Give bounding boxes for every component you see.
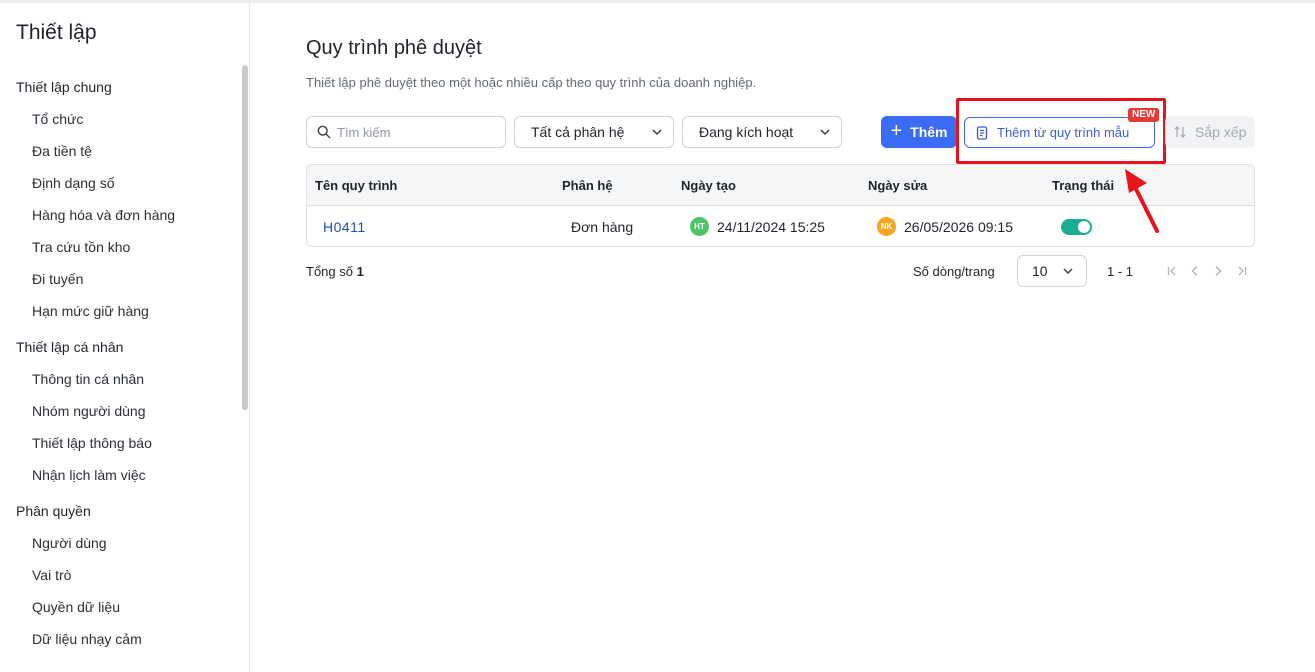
settings-sidebar: Thiết lập Thiết lập chung Tổ chức Đa tiề… xyxy=(0,3,250,672)
nav-item-user-groups[interactable]: Nhóm người dùng xyxy=(0,395,240,427)
created-cell: HT 24/11/2024 15:25 xyxy=(690,206,825,246)
avatar: NK xyxy=(877,217,896,236)
add-button-label: Thêm xyxy=(910,124,948,140)
rows-per-page-select[interactable]: 10 xyxy=(1017,255,1087,287)
chevron-right-icon xyxy=(1215,266,1222,276)
rows-per-page-label: Số dòng/trang xyxy=(913,264,995,279)
status-cell xyxy=(1061,206,1092,246)
modified-date: 26/05/2026 09:15 xyxy=(904,218,1013,235)
sidebar-title: Thiết lập xyxy=(16,21,97,44)
chevron-left-icon xyxy=(1191,266,1198,276)
page-description: Thiết lập phê duyệt theo một hoặc nhiều … xyxy=(306,75,757,90)
nav-item-notification-settings[interactable]: Thiết lập thông báo xyxy=(0,427,240,459)
last-page-button[interactable] xyxy=(1233,263,1251,279)
group-title-personal: Thiết lập cá nhân xyxy=(16,339,124,355)
prev-page-button[interactable] xyxy=(1186,263,1204,279)
nav-item-holding-limit[interactable]: Hạn mức giữ hàng xyxy=(0,295,240,327)
sidebar-nav: Thiết lập chung Tổ chức Đa tiền tệ Định … xyxy=(0,71,240,655)
column-header-modified[interactable]: Ngày sửa xyxy=(868,165,927,206)
group-title-general: Thiết lập chung xyxy=(16,79,112,95)
group-title-permissions: Phân quyền xyxy=(16,503,91,519)
last-page-icon xyxy=(1238,266,1247,276)
total-count: Tổng số 1 xyxy=(306,264,364,279)
nav-item-number-format[interactable]: Định dạng số xyxy=(0,167,240,199)
status-toggle[interactable] xyxy=(1061,218,1092,235)
nav-item-goods-orders[interactable]: Hàng hóa và đơn hàng xyxy=(0,199,240,231)
search-input[interactable] xyxy=(337,124,497,140)
sidebar-scrollbar[interactable] xyxy=(242,65,248,410)
total-label: Tổng số xyxy=(306,264,353,279)
plus-icon: + xyxy=(890,120,903,142)
module-filter-value: Tất cả phân hệ xyxy=(531,124,625,140)
search-icon xyxy=(317,125,331,139)
table-row[interactable]: H0411 Đơn hàng HT 24/11/2024 15:25 NK 26… xyxy=(307,206,1254,246)
process-module: Đơn hàng xyxy=(571,218,634,235)
page-title: Quy trình phê duyệt xyxy=(306,37,482,59)
nav-item-roles[interactable]: Vai trò xyxy=(0,559,240,591)
nav-item-work-schedule[interactable]: Nhận lịch làm việc xyxy=(0,459,240,491)
nav-item-inventory-lookup[interactable]: Tra cứu tồn kho xyxy=(0,231,240,263)
nav-item-data-permissions[interactable]: Quyền dữ liệu xyxy=(0,591,240,623)
avatar: HT xyxy=(690,217,709,236)
new-badge: NEW xyxy=(1128,108,1160,122)
nav-item-personal-info[interactable]: Thông tin cá nhân xyxy=(0,363,240,395)
next-page-button[interactable] xyxy=(1209,263,1227,279)
nav-item-sensitive-data[interactable]: Dữ liệu nhạy cảm xyxy=(0,623,240,655)
total-value: 1 xyxy=(356,264,364,279)
status-filter-value: Đang kích hoạt xyxy=(699,124,794,140)
nav-item-routing[interactable]: Đi tuyến xyxy=(0,263,240,295)
add-from-template-label: Thêm từ quy trình mẫu xyxy=(997,125,1130,140)
sort-icon xyxy=(1174,126,1186,138)
column-header-created[interactable]: Ngày tạo xyxy=(681,165,736,206)
toggle-knob xyxy=(1078,220,1090,233)
status-filter-select[interactable]: Đang kích hoạt xyxy=(682,116,842,148)
page-range: 1 - 1 xyxy=(1107,264,1134,279)
created-date: 24/11/2024 15:25 xyxy=(717,218,825,235)
table-header: Tên quy trình Phân hệ Ngày tạo Ngày sửa … xyxy=(307,165,1254,206)
process-name-link[interactable]: H0411 xyxy=(323,206,366,246)
module-filter-select[interactable]: Tất cả phân hệ xyxy=(514,116,674,148)
modified-cell: NK 26/05/2026 09:15 xyxy=(877,206,1013,246)
search-box[interactable] xyxy=(306,116,506,148)
column-header-name[interactable]: Tên quy trình xyxy=(315,165,397,206)
sort-button-label: Sắp xếp xyxy=(1195,124,1247,140)
nav-item-organization[interactable]: Tổ chức xyxy=(0,103,240,135)
approval-process-table: Tên quy trình Phân hệ Ngày tạo Ngày sửa … xyxy=(306,164,1255,247)
document-icon xyxy=(976,125,988,140)
first-page-button[interactable] xyxy=(1163,263,1181,279)
nav-item-users[interactable]: Người dùng xyxy=(0,527,240,559)
rows-per-page-value: 10 xyxy=(1032,263,1048,279)
main-content: Quy trình phê duyệt Thiết lập phê duyệt … xyxy=(251,3,1315,672)
add-from-template-button[interactable]: Thêm từ quy trình mẫu xyxy=(964,117,1155,148)
chevron-down-icon xyxy=(820,129,830,136)
nav-item-multi-currency[interactable]: Đa tiền tệ xyxy=(0,135,240,167)
column-header-module[interactable]: Phân hệ xyxy=(562,165,613,206)
first-page-icon xyxy=(1167,266,1176,276)
sort-button[interactable]: Sắp xếp xyxy=(1165,116,1255,148)
chevron-down-icon xyxy=(652,129,662,136)
column-header-status[interactable]: Trạng thái xyxy=(1052,165,1114,206)
chevron-down-icon xyxy=(1063,268,1073,275)
add-button[interactable]: + Thêm xyxy=(881,116,957,148)
toolbar: Tất cả phân hệ Đang kích hoạt + Thêm Thê… xyxy=(306,98,1256,164)
